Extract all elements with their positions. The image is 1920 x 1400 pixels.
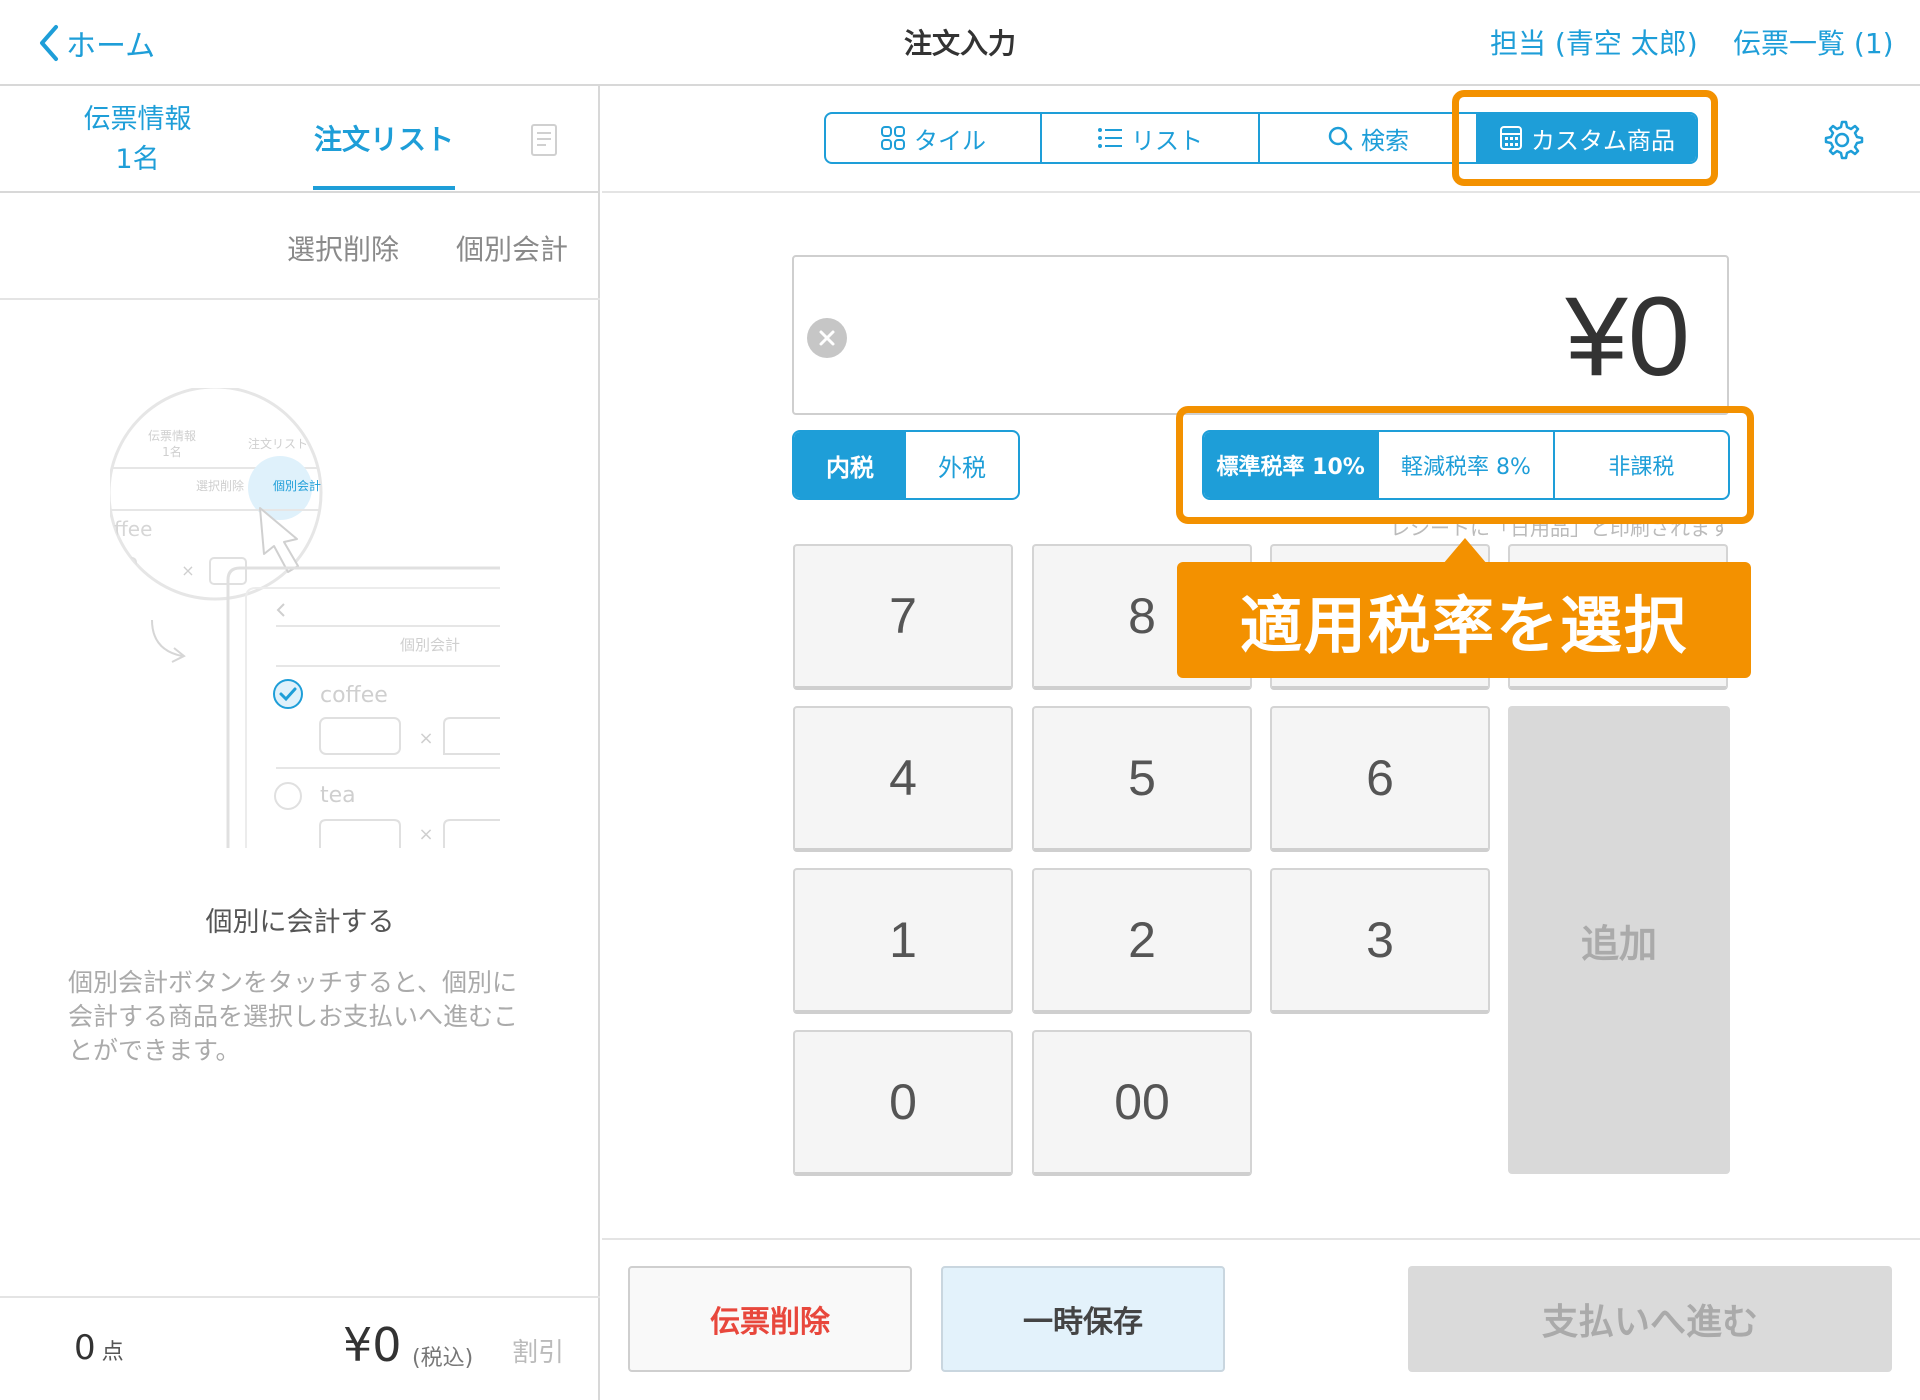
tab-slip-info[interactable]: 伝票情報 1名 bbox=[60, 100, 215, 180]
split-payment-button[interactable]: 個別会計 bbox=[456, 228, 568, 268]
item-count-unit: 点 bbox=[101, 1340, 124, 1365]
tab-active-indicator bbox=[313, 186, 455, 190]
keypad-7[interactable]: 7 bbox=[793, 544, 1013, 690]
tab-slip-info-guests: 1名 bbox=[115, 144, 160, 175]
illust-times: × bbox=[181, 561, 194, 580]
receipt-icon bbox=[531, 124, 557, 156]
empty-state-title: 個別に会計する bbox=[205, 907, 395, 938]
tab-search[interactable]: 検索 bbox=[1260, 114, 1478, 162]
tab-custom-item-label: カスタム商品 bbox=[1531, 126, 1675, 155]
keypad-2[interactable]: 2 bbox=[1032, 868, 1252, 1014]
clear-amount-button[interactable] bbox=[807, 318, 847, 358]
illust-times-3: × bbox=[418, 824, 433, 845]
split-payment-illustration: 伝票情報 1名 注文リスト 選択削除 個別会計 ffee × 個別会計 coff… bbox=[110, 388, 500, 848]
tab-list[interactable]: リスト bbox=[1042, 114, 1260, 162]
grid-icon bbox=[881, 126, 905, 150]
illust-panel-button: 個別会計 bbox=[400, 636, 460, 654]
item-count: 0点 bbox=[74, 1328, 124, 1368]
add-button[interactable]: 追加 bbox=[1508, 706, 1730, 1174]
calculator-icon bbox=[1500, 126, 1522, 150]
illust-times-2: × bbox=[418, 728, 433, 749]
illust-tab1-guests: 1名 bbox=[162, 444, 182, 459]
empty-state-description: 個別会計ボタンをタッチすると、個別に会計する商品を選択しお支払いへ進むことができ… bbox=[68, 968, 519, 1065]
gear-icon bbox=[1824, 120, 1864, 160]
callout-pointer bbox=[1443, 538, 1487, 564]
discount-button[interactable]: 割引 bbox=[512, 1332, 564, 1369]
chevron-left-icon bbox=[40, 25, 58, 61]
tax-rate-standard[interactable]: 標準税率 10% bbox=[1204, 432, 1380, 498]
keypad-5[interactable]: 5 bbox=[1032, 706, 1252, 852]
divider bbox=[0, 191, 600, 193]
tab-tile[interactable]: タイル bbox=[826, 114, 1042, 162]
order-total: ¥0 bbox=[343, 1318, 402, 1372]
list-icon bbox=[1098, 128, 1122, 148]
tab-search-label: 検索 bbox=[1361, 126, 1409, 155]
tax-mode-toggle: 内税 外税 bbox=[792, 430, 1020, 500]
divider bbox=[0, 1296, 600, 1298]
delete-slip-button[interactable]: 伝票削除 bbox=[628, 1266, 912, 1372]
illust-partial-item: ffee bbox=[114, 517, 152, 541]
tab-receipt[interactable] bbox=[528, 122, 564, 162]
proceed-payment-button[interactable]: 支払いへ進む bbox=[1408, 1266, 1892, 1372]
keypad-00[interactable]: 00 bbox=[1032, 1030, 1252, 1176]
illust-action2: 個別会計 bbox=[273, 478, 321, 493]
back-label: ホーム bbox=[66, 29, 156, 64]
tab-tile-label: タイル bbox=[914, 126, 986, 155]
tab-order-list[interactable]: 注文リスト bbox=[313, 118, 455, 158]
back-button[interactable]: ホーム bbox=[38, 18, 155, 68]
divider bbox=[0, 298, 600, 300]
keypad-0[interactable]: 0 bbox=[793, 1030, 1013, 1176]
illust-item2: tea bbox=[320, 783, 356, 808]
hold-button[interactable]: 一時保存 bbox=[941, 1266, 1225, 1372]
item-count-value: 0 bbox=[74, 1328, 96, 1368]
divider bbox=[602, 1238, 1920, 1240]
tax-included-note: (税込) bbox=[412, 1346, 474, 1371]
keypad-6[interactable]: 6 bbox=[1270, 706, 1490, 852]
receipt-note: レシートに「日用品」と印刷されます bbox=[1390, 516, 1730, 540]
keypad-1[interactable]: 1 bbox=[793, 868, 1013, 1014]
tax-exclusive-option[interactable]: 外税 bbox=[906, 432, 1018, 498]
tax-rate-selector: 標準税率 10% 軽減税率 8% 非課税 bbox=[1202, 430, 1730, 500]
settings-button[interactable] bbox=[1820, 118, 1864, 166]
keypad-4[interactable]: 4 bbox=[793, 706, 1013, 852]
divider bbox=[602, 191, 1920, 193]
view-mode-tabs: タイル リスト 検索 カスタム商品 bbox=[824, 112, 1698, 164]
illust-tab1: 伝票情報 bbox=[148, 429, 196, 443]
search-icon bbox=[1328, 126, 1353, 151]
tab-slip-info-label: 伝票情報 bbox=[83, 104, 192, 135]
illust-item1: coffee bbox=[320, 683, 388, 708]
staff-button[interactable]: 担当 (青空 太郎) bbox=[1490, 22, 1698, 62]
slip-list-button[interactable]: 伝票一覧 (1) bbox=[1733, 22, 1894, 62]
tax-inclusive-option[interactable]: 内税 bbox=[794, 432, 906, 498]
amount-value: ¥0 bbox=[1565, 274, 1690, 399]
tab-list-label: リスト bbox=[1131, 126, 1203, 155]
illust-action1: 選択削除 bbox=[196, 478, 244, 493]
keypad-3[interactable]: 3 bbox=[1270, 868, 1490, 1014]
close-icon bbox=[819, 330, 835, 346]
tutorial-callout: 適用税率を選択 bbox=[1177, 562, 1751, 678]
tax-rate-exempt[interactable]: 非課税 bbox=[1555, 432, 1728, 498]
illust-tab2: 注文リスト bbox=[248, 436, 308, 451]
select-delete-button[interactable]: 選択削除 bbox=[287, 228, 399, 268]
tax-rate-reduced[interactable]: 軽減税率 8% bbox=[1379, 432, 1555, 498]
tab-custom-item[interactable]: カスタム商品 bbox=[1478, 114, 1696, 162]
